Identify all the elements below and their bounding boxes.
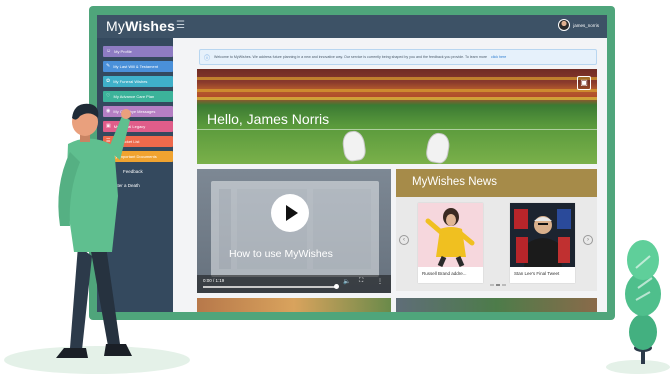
news-panel: MyWishes News ‹ › Russell Brand addre...… [396,169,597,291]
learn-more-link[interactable]: click here [491,55,506,59]
sidebar-item-label: My Funeral Wishes [113,78,148,84]
main-content: ⓘ Welcome to MyWishes. We address future… [173,38,607,312]
stadium-stripe [197,77,597,80]
more-options-icon[interactable]: ⋮ [377,278,383,285]
promo-tile[interactable] [396,298,597,312]
sidebar-item-label: My Last Will & Testament [113,63,159,69]
news-card[interactable]: Stan Lee's Final Tweet [510,203,575,283]
welcome-banner: ⓘ Welcome to MyWishes. We address future… [199,49,597,65]
sidebar-item-profile[interactable]: ☺ My Profile [103,46,173,57]
promo-tile[interactable] [197,298,391,312]
profile-icon: ☺ [106,48,112,55]
carousel-dot[interactable] [502,284,506,286]
carousel-dot[interactable] [490,284,494,286]
football-boot [424,131,452,164]
carousel-prev-icon[interactable]: ‹ [399,235,409,245]
hamburger-menu-icon[interactable]: ☰ [176,20,185,31]
video-controls: 0:00 / 1:19 🔈 ⛶ ⋮ [197,275,391,293]
carousel-dot[interactable] [496,284,500,286]
illustration-stage: MyWishes ☰ james_norris ☺ My Profile ✎ M… [0,0,670,378]
monitor-frame: MyWishes ☰ james_norris ☺ My Profile ✎ M… [89,6,615,320]
document-icon: ✎ [106,63,111,70]
news-card-image [418,203,483,268]
change-image-icon[interactable]: ▣ [577,76,591,90]
user-name: james_norris [573,22,599,28]
news-card-caption: Stan Lee's Final Tweet [514,271,560,276]
app-header: MyWishes ☰ james_norris [97,15,607,38]
avatar [558,19,571,31]
welcome-text: Welcome to MyWishes. We address future p… [214,55,488,59]
hero-greeting: Hello, James Norris [207,111,330,127]
video-time: 0:00 / 1:19 [203,278,225,283]
app-screen: MyWishes ☰ james_norris ☺ My Profile ✎ M… [97,15,607,312]
plant-illustration [625,240,661,364]
pitch-line [197,129,597,130]
man-pointing-illustration [56,103,132,358]
news-card-caption: Russell Brand addre... [422,271,467,276]
stadium-stripe [197,97,597,100]
news-card-image [510,203,575,267]
carousel-next-icon[interactable]: › [583,235,593,245]
play-button[interactable] [271,194,309,232]
user-menu[interactable]: james_norris [558,19,599,31]
hero-banner: Hello, James Norris ▣ [197,69,597,164]
logo-bold: Wishes [125,18,176,34]
video-title: How to use MyWishes [229,248,333,260]
sidebar-item-last-will[interactable]: ✎ My Last Will & Testament [103,61,173,72]
app-logo[interactable]: MyWishes [106,18,175,34]
person-photo-icon [514,209,571,267]
fullscreen-icon[interactable]: ⛶ [359,278,363,285]
news-heading: MyWishes News [396,169,597,197]
person-photo-icon [425,208,475,268]
volume-icon[interactable]: 🔈 [343,278,350,285]
flower-icon: ✿ [106,78,111,85]
logo-regular: My [106,18,126,34]
news-card[interactable]: Russell Brand addre... [418,203,483,283]
info-icon: ⓘ [204,55,211,62]
sidebar-item-funeral-wishes[interactable]: ✿ My Funeral Wishes [103,76,173,87]
carousel-dots [490,284,506,286]
video-progress-bar[interactable] [203,284,339,289]
progress-handle[interactable] [334,284,339,289]
stadium-stripe [197,89,597,92]
football-boot [341,129,367,163]
sidebar-item-label: My Profile [114,48,132,54]
video-player[interactable]: How to use MyWishes 0:00 / 1:19 🔈 ⛶ ⋮ [197,169,391,293]
